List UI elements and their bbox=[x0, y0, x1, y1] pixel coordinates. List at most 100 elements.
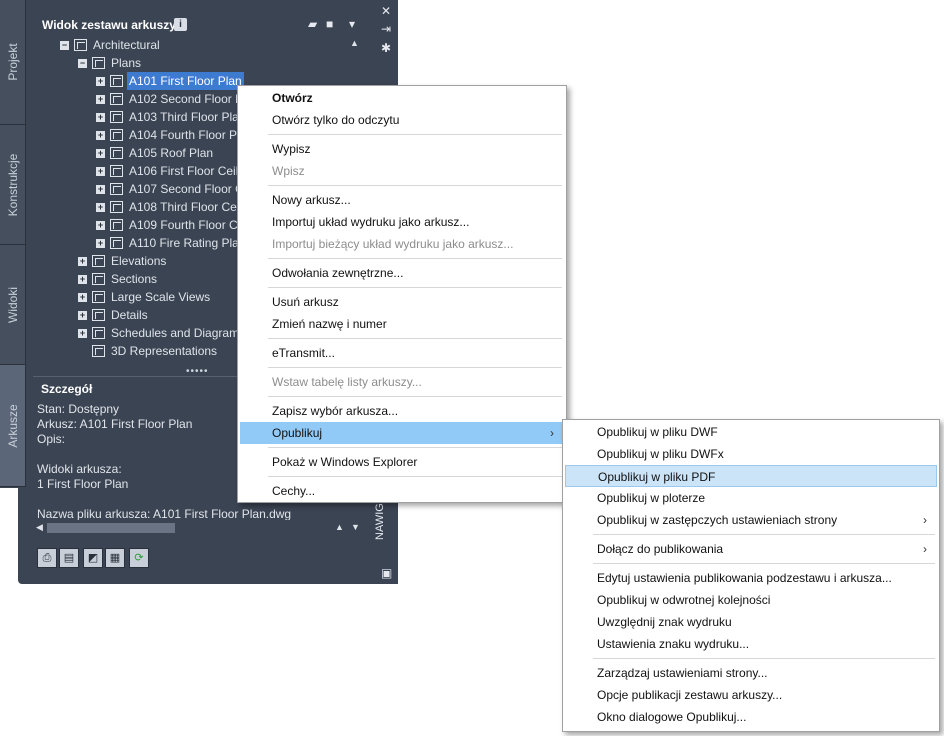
expand-icon[interactable]: + bbox=[78, 257, 87, 266]
tree-node-label: A101 First Floor Plan bbox=[127, 72, 244, 90]
menu-item[interactable]: Cechy... bbox=[240, 480, 564, 502]
scrollbar-thumb[interactable] bbox=[47, 523, 175, 533]
menu-item[interactable]: Nowy arkusz... bbox=[240, 189, 564, 211]
menu-item[interactable]: Opcje publikacji zestawu arkuszy... bbox=[565, 684, 937, 706]
menu-item[interactable]: Opublikuj w odwrotnej kolejności bbox=[565, 589, 937, 611]
tab-projekt[interactable]: Projekt bbox=[0, 0, 26, 125]
menu-separator bbox=[593, 563, 935, 564]
menu-item[interactable]: eTransmit... bbox=[240, 342, 564, 364]
sheet-icon bbox=[110, 237, 123, 249]
menu-item[interactable]: Edytuj ustawienia publikowania podzestaw… bbox=[565, 567, 937, 589]
properties-icon[interactable]: ▣ bbox=[381, 566, 392, 580]
expand-icon[interactable]: + bbox=[96, 149, 105, 158]
detail-horizontal-scrollbar[interactable]: ◀ ▲ ▼ bbox=[33, 520, 363, 536]
subset-icon bbox=[92, 57, 105, 69]
refresh-icon[interactable]: ⟳ bbox=[129, 548, 149, 568]
info-icon[interactable]: i bbox=[174, 18, 187, 31]
tab-arkusze[interactable]: Arkusze bbox=[0, 365, 26, 487]
expand-icon[interactable]: + bbox=[96, 167, 105, 176]
close-icon[interactable]: ✕ bbox=[381, 4, 391, 18]
subset-icon bbox=[92, 345, 105, 357]
expand-icon[interactable]: + bbox=[96, 239, 105, 248]
expand-icon[interactable]: + bbox=[78, 311, 87, 320]
menu-item[interactable]: Odwołania zewnętrzne... bbox=[240, 262, 564, 284]
publish-icon[interactable]: ⎙ bbox=[37, 548, 57, 568]
sheet-icon bbox=[110, 219, 123, 231]
menu-item-label: Opcje publikacji zestawu arkuszy... bbox=[597, 688, 783, 702]
menu-item[interactable]: Wypisz bbox=[240, 138, 564, 160]
menu-item[interactable]: Okno dialogowe Opublikuj... bbox=[565, 706, 937, 728]
menu-item[interactable]: Opublikuj › bbox=[240, 422, 564, 444]
menu-item[interactable]: Opublikuj w pliku PDF bbox=[565, 465, 937, 487]
folder-icon[interactable]: ■ bbox=[326, 18, 333, 31]
menu-item-label: Usuń arkusz bbox=[272, 295, 339, 309]
menu-item[interactable]: Pokaż w Windows Explorer bbox=[240, 451, 564, 473]
menu-item[interactable]: Zapisz wybór arkusza... bbox=[240, 400, 564, 422]
menu-item-label: Edytuj ustawienia publikowania podzestaw… bbox=[597, 571, 892, 585]
sheet-icon bbox=[110, 183, 123, 195]
sheet-icon bbox=[110, 75, 123, 87]
menu-item[interactable]: Usuń arkusz bbox=[240, 291, 564, 313]
scroll-up-arrow-icon[interactable]: ▲ bbox=[350, 38, 359, 48]
expand-icon[interactable]: + bbox=[96, 113, 105, 122]
menu-item[interactable]: Opublikuj w zastępczych ustawieniach str… bbox=[565, 509, 937, 531]
menu-item[interactable]: Uwzględnij znak wydruku bbox=[565, 611, 937, 633]
menu-item[interactable]: Otwórz tylko do odczytu bbox=[240, 109, 564, 131]
menu-item-label: Opublikuj w pliku DWF bbox=[597, 425, 718, 439]
menu-item-label: Ustawienia znaku wydruku... bbox=[597, 637, 750, 651]
expand-icon[interactable]: + bbox=[96, 95, 105, 104]
menu-item-label: Zmień nazwę i numer bbox=[272, 317, 387, 331]
detail-toolbar: ⎙ ▤ ◩ ▦ ⟳ bbox=[33, 540, 363, 574]
sheet-set-icon[interactable]: ▰ bbox=[308, 18, 317, 31]
subset-icon bbox=[92, 291, 105, 303]
menu-separator bbox=[268, 287, 562, 288]
tree-node-label: A105 Roof Plan bbox=[129, 146, 214, 160]
menu-item-label: Importuj bieżący układ wydruku jako arku… bbox=[272, 237, 514, 251]
expand-icon[interactable]: + bbox=[96, 203, 105, 212]
collapse-icon[interactable]: − bbox=[60, 41, 69, 50]
submenu-arrow-icon: › bbox=[923, 542, 927, 556]
scroll-down-arrow-icon[interactable]: ▼ bbox=[351, 522, 360, 532]
tab-widoki-label: Widoki bbox=[5, 286, 20, 323]
tree-node-label: A109 Fourth Floor C bbox=[129, 218, 238, 232]
table-icon[interactable]: ▦ bbox=[105, 548, 125, 568]
tab-konstrukcje[interactable]: Konstrukcje bbox=[0, 125, 26, 245]
sheet-icon bbox=[110, 111, 123, 123]
menu-item[interactable]: Opublikuj w pliku DWF bbox=[565, 421, 937, 443]
menu-item-label: Opublikuj w odwrotnej kolejności bbox=[597, 593, 771, 607]
expand-icon[interactable]: + bbox=[96, 221, 105, 230]
collapse-icon[interactable]: − bbox=[78, 59, 87, 68]
expand-icon[interactable]: + bbox=[78, 329, 87, 338]
subset-icon bbox=[92, 309, 105, 321]
menu-item[interactable]: Opublikuj w pliku DWFx bbox=[565, 443, 937, 465]
expand-icon[interactable]: + bbox=[96, 77, 105, 86]
menu-item[interactable]: Importuj układ wydruku jako arkusz... bbox=[240, 211, 564, 233]
scroll-up-arrow-icon[interactable]: ▲ bbox=[335, 522, 344, 532]
menu-item[interactable]: Ustawienia znaku wydruku... bbox=[565, 633, 937, 655]
expand-icon[interactable]: + bbox=[96, 131, 105, 140]
dropdown-arrow-icon[interactable]: ▾ bbox=[349, 18, 355, 31]
detail-line: Opis: bbox=[37, 432, 66, 446]
tree-node[interactable]: − Plans bbox=[78, 54, 363, 72]
tab-widoki[interactable]: Widoki bbox=[0, 245, 26, 365]
menu-item[interactable]: Dołącz do publikowania › bbox=[565, 538, 937, 560]
menu-item-label: Uwzględnij znak wydruku bbox=[597, 615, 732, 629]
tab-arkusze-label: Arkusze bbox=[5, 403, 20, 448]
expand-icon[interactable]: + bbox=[78, 293, 87, 302]
tab-projekt-label: Projekt bbox=[5, 43, 20, 81]
scroll-left-arrow-icon[interactable]: ◀ bbox=[36, 522, 43, 533]
menu-item-label: Zarządzaj ustawieniami strony... bbox=[597, 666, 768, 680]
tree-node[interactable]: − Architectural bbox=[60, 36, 363, 54]
auto-hide-icon[interactable]: ⇥ bbox=[381, 22, 391, 36]
menu-item[interactable]: Zmień nazwę i numer bbox=[240, 313, 564, 335]
settings-icon[interactable]: ✱ bbox=[381, 41, 391, 55]
view-icon[interactable]: ◩ bbox=[83, 548, 103, 568]
menu-item[interactable]: Opublikuj w ploterze bbox=[565, 487, 937, 509]
menu-item-label: Wstaw tabelę listy arkuszy... bbox=[272, 375, 422, 389]
menu-item[interactable]: Zarządzaj ustawieniami strony... bbox=[565, 662, 937, 684]
sheet-icon bbox=[110, 93, 123, 105]
menu-item[interactable]: Otwórz bbox=[240, 87, 564, 109]
expand-icon[interactable]: + bbox=[78, 275, 87, 284]
sheet-list-icon[interactable]: ▤ bbox=[59, 548, 79, 568]
expand-icon[interactable]: + bbox=[96, 185, 105, 194]
